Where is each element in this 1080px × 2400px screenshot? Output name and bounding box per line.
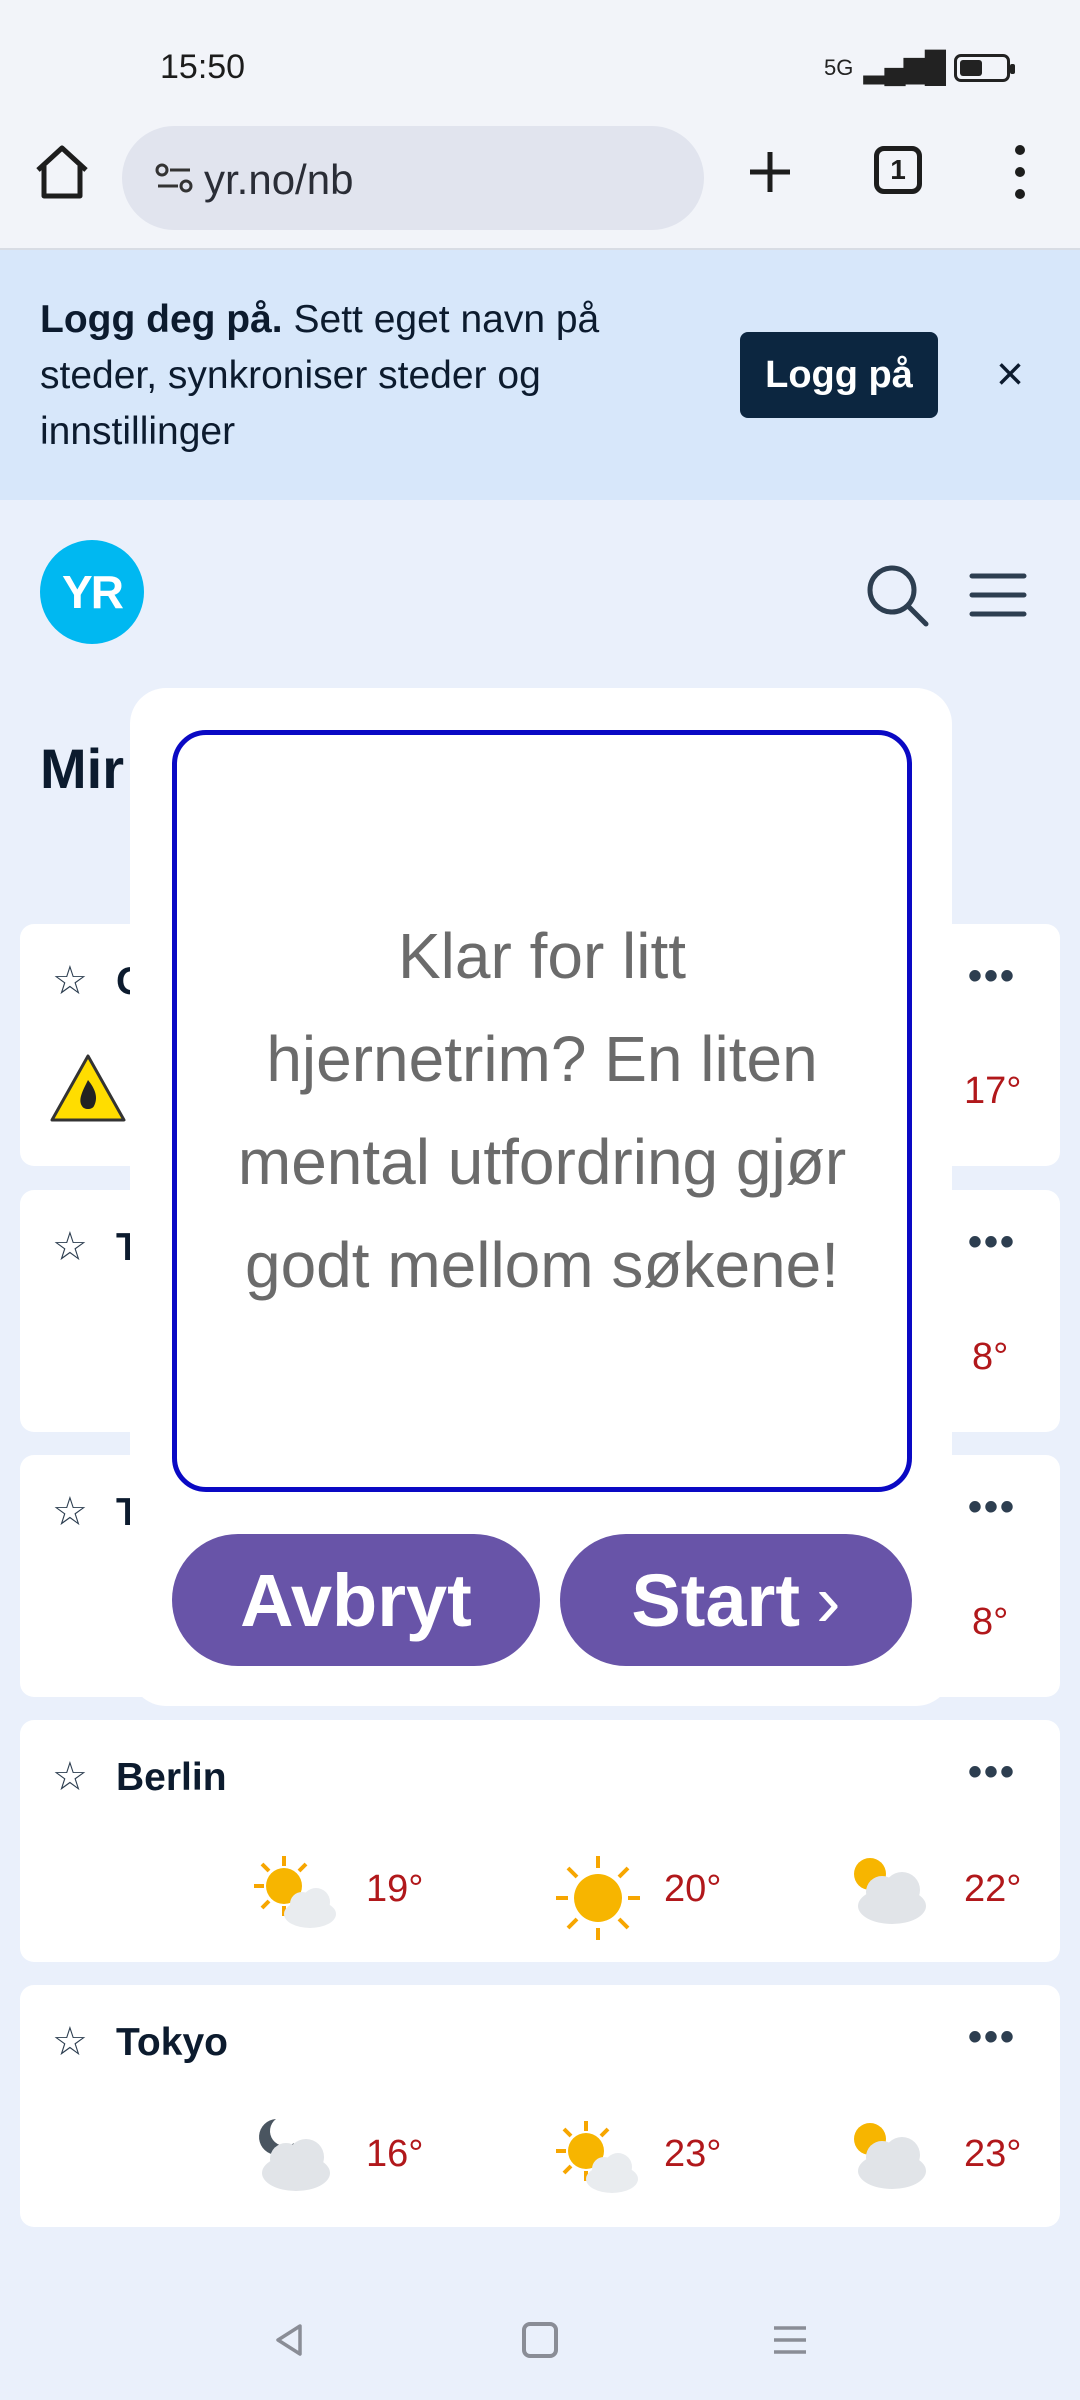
location-name[interactable]: Berlin: [116, 1756, 227, 1800]
yr-logo[interactable]: YR: [40, 540, 144, 644]
status-icons: 5G ▂▄▆█: [823, 50, 1015, 85]
temperature: 16°: [366, 2133, 424, 2175]
login-button[interactable]: Logg på: [740, 332, 938, 418]
dialog-message-box: Klar for litt hjernetrim? En liten menta…: [172, 730, 912, 1492]
more-icon[interactable]: •••: [968, 1220, 1016, 1265]
cancel-button[interactable]: Avbryt: [172, 1534, 540, 1666]
temperature: 22°: [964, 1868, 1022, 1910]
temperature: 19°: [366, 1868, 424, 1910]
login-banner: Logg deg på. Sett eget navn på steder, s…: [0, 250, 1080, 500]
favorite-star-icon[interactable]: ☆: [52, 2019, 88, 2065]
more-options-icon[interactable]: [1000, 140, 1040, 204]
recents-icon[interactable]: [770, 2320, 810, 2360]
temperature: 8°: [972, 1336, 1009, 1378]
menu-icon[interactable]: [968, 570, 1028, 620]
close-icon[interactable]: ×: [980, 345, 1040, 405]
start-button-label: Start: [631, 1558, 800, 1642]
back-icon[interactable]: [270, 2320, 310, 2360]
partly-cloudy-icon: [854, 2123, 926, 2189]
partly-cloudy-icon: [854, 1858, 926, 1924]
partly-cloudy-icon: [556, 2121, 638, 2193]
home-icon[interactable]: [30, 140, 94, 204]
dialog-message: Klar for litt hjernetrim? En liten menta…: [237, 920, 847, 1301]
system-nav-bar: [0, 2280, 1080, 2400]
address-bar[interactable]: yr.no/nb: [122, 126, 704, 230]
battery-icon: [954, 53, 1015, 82]
site-settings-icon[interactable]: [152, 156, 196, 200]
url-text: yr.no/nb: [204, 156, 354, 203]
partly-cloudy-icon: [254, 1856, 336, 1928]
home-nav-icon[interactable]: [522, 2322, 558, 2358]
login-banner-text: Logg deg på. Sett eget navn på steder, s…: [40, 292, 680, 460]
page-title: Mir: [40, 737, 124, 800]
status-time: 15:50: [160, 48, 246, 86]
temperature: 23°: [664, 2133, 722, 2175]
more-icon[interactable]: •••: [968, 2015, 1016, 2060]
login-banner-bold: Logg deg på.: [40, 298, 283, 341]
more-icon[interactable]: •••: [968, 1485, 1016, 1530]
browser-toolbar: yr.no/nb 1: [0, 110, 1080, 250]
location-card[interactable]: ☆ Tokyo ••• 16° 23° 23°: [20, 1985, 1060, 2227]
temperature: 23°: [964, 2133, 1022, 2175]
search-icon[interactable]: [862, 560, 932, 630]
new-tab-icon[interactable]: [740, 142, 800, 202]
start-button[interactable]: Start ›: [560, 1534, 912, 1666]
chevron-right-icon: ›: [815, 1558, 841, 1642]
tab-switcher-button[interactable]: 1: [874, 146, 922, 194]
sun-icon: [556, 1856, 640, 1940]
more-icon[interactable]: •••: [968, 1750, 1016, 1795]
temperature: 17°: [964, 1070, 1022, 1112]
favorite-star-icon[interactable]: ☆: [52, 1224, 88, 1270]
more-icon[interactable]: •••: [968, 954, 1016, 999]
location-name[interactable]: Tokyo: [116, 2021, 228, 2065]
favorite-star-icon[interactable]: ☆: [52, 958, 88, 1004]
fire-warning-icon[interactable]: [48, 1052, 128, 1124]
location-card[interactable]: ☆ Berlin ••• 19° 20° 22°: [20, 1720, 1060, 1962]
favorite-star-icon[interactable]: ☆: [52, 1489, 88, 1535]
temperature: 20°: [664, 1868, 722, 1910]
cloudy-night-icon: [259, 2119, 330, 2191]
temperature: 8°: [972, 1601, 1009, 1643]
network-label: 5G: [823, 54, 854, 80]
favorite-star-icon[interactable]: ☆: [52, 1754, 88, 1800]
brain-teaser-dialog: Klar for litt hjernetrim? En liten menta…: [130, 688, 952, 1706]
signal-icon: ▂▄▆█: [863, 51, 946, 84]
